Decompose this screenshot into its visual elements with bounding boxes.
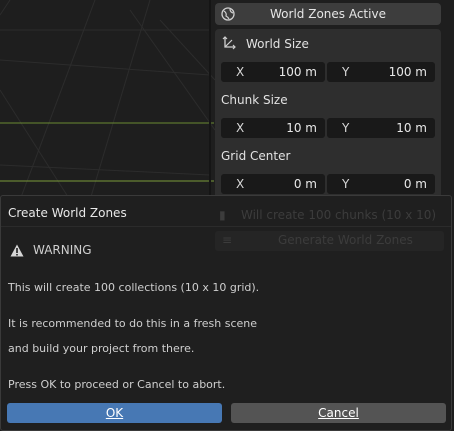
grid-center-x-value: 0 m (293, 177, 317, 191)
cancel-button[interactable]: Cancel (231, 403, 446, 423)
cancel-label: Cancel (318, 406, 359, 420)
create-world-zones-dialog: Create World Zones ▮ Will create 100 chu… (0, 195, 452, 431)
chunk-size-x-value: 10 m (286, 121, 317, 135)
message-line-4: Press OK to proceed or Cancel to abort. (8, 378, 226, 391)
message-line-1: This will create 100 collections (10 x 1… (8, 281, 260, 294)
obscured-generate-label: Generate World Zones (278, 233, 413, 247)
chunk-size-y-field[interactable]: Y 10 m (327, 118, 435, 138)
grid-icon: ≡ (222, 233, 233, 247)
message-line-3: and build your project from there. (8, 342, 195, 355)
grid-center-y-label: Y (342, 177, 350, 191)
ok-button[interactable]: OK (7, 403, 222, 423)
dialog-title: Create World Zones (8, 206, 127, 220)
world-size-y-label: Y (342, 65, 350, 79)
world-size-x-label: X (236, 65, 245, 79)
warning-label: WARNING (33, 243, 92, 257)
ok-label: OK (105, 406, 124, 420)
panel-header-title: World Zones Active (270, 7, 386, 21)
warning-icon (10, 244, 24, 257)
chunk-size-y-label: Y (342, 121, 350, 135)
world-size-x-field[interactable]: X 100 m (221, 62, 325, 82)
info-icon: ▮ (219, 208, 226, 222)
axis-icon (222, 36, 236, 50)
dialog-divider (1, 226, 451, 227)
grid-center-x-field[interactable]: X 0 m (221, 174, 325, 194)
chunk-size-x-field[interactable]: X 10 m (221, 118, 325, 138)
obscured-info-text: Will create 100 chunks (10 x 10) (241, 208, 437, 222)
chunk-size-title: Chunk Size (221, 93, 288, 107)
world-size-y-field[interactable]: Y 100 m (327, 62, 435, 82)
chunk-size-x-label: X (236, 121, 245, 135)
grid-center-x-label: X (236, 177, 245, 191)
world-zones-header[interactable]: World Zones Active (215, 3, 441, 25)
grid-center-y-field[interactable]: Y 0 m (327, 174, 435, 194)
world-size-y-value: 100 m (388, 65, 427, 79)
message-line-2: It is recommended to do this in a fresh … (8, 317, 258, 330)
grid-center-y-value: 0 m (403, 177, 427, 191)
chunk-size-y-value: 10 m (396, 121, 427, 135)
grid-center-title: Grid Center (221, 149, 291, 163)
world-size-x-value: 100 m (278, 65, 317, 79)
world-size-title: World Size (246, 37, 309, 51)
